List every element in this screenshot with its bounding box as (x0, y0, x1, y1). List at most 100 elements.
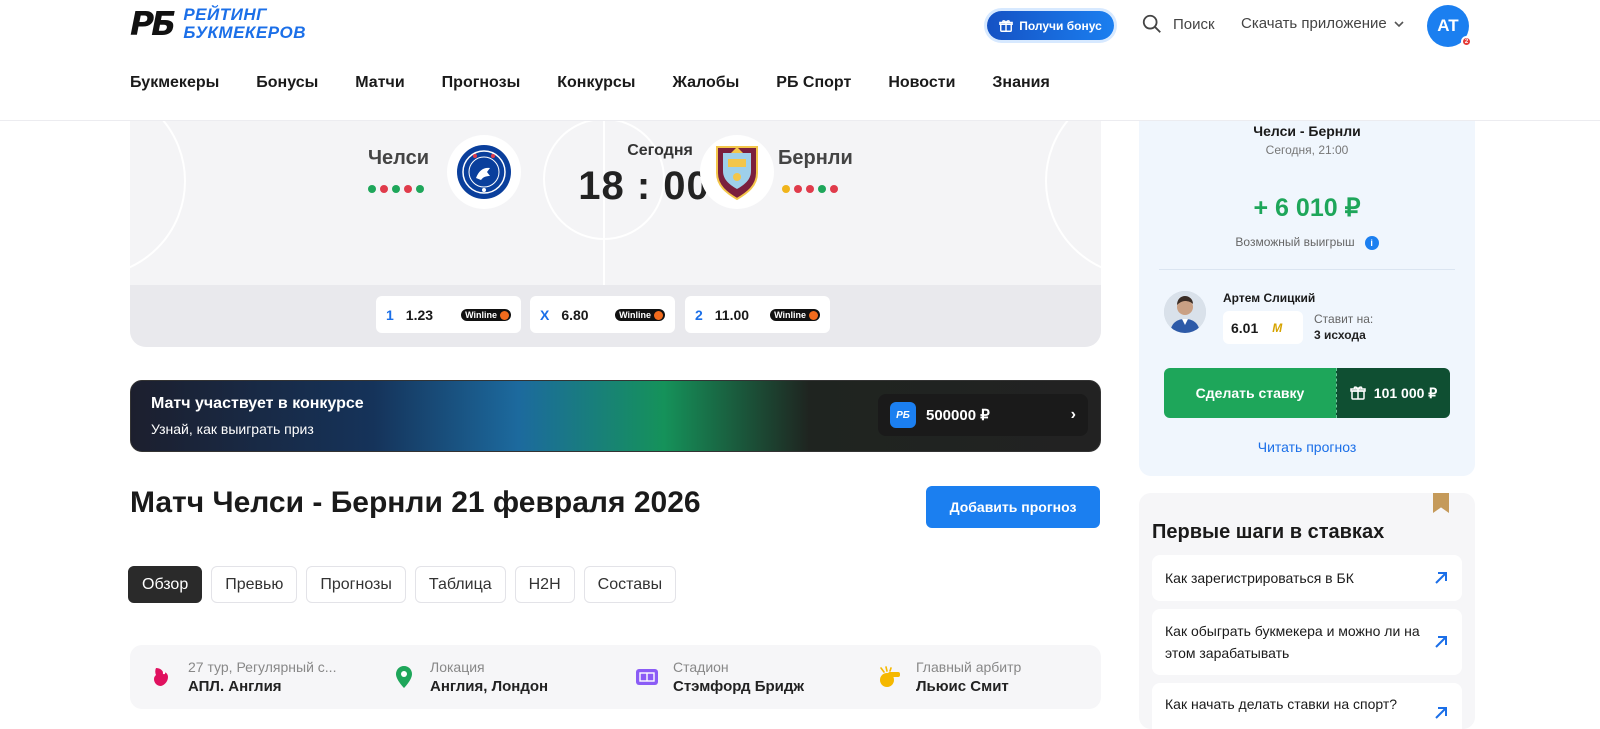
contest-title: Матч участвует в конкурсе (151, 395, 364, 412)
bookmaker-logo-icon: М (1272, 321, 1282, 335)
info-referee-value: Льюис Смит (916, 678, 1009, 695)
match-info-strip: 27 тур, Регулярный с... АПЛ. Англия Лока… (130, 645, 1101, 709)
nav-item-complaints[interactable]: Жалобы (672, 74, 739, 92)
gift-icon (999, 19, 1014, 32)
odd-label: 2 (695, 306, 703, 323)
get-bonus-button[interactable]: Получи бонус (987, 11, 1114, 40)
site-logo[interactable]: РБ РЕЙТИНГ БУКМЕКЕРОВ (130, 6, 306, 42)
download-app-label: Скачать приложение (1241, 15, 1387, 32)
whistle-icon (878, 665, 902, 689)
bookmark-icon[interactable] (1433, 493, 1449, 513)
burnley-crest-icon (716, 146, 758, 201)
odd-value: 6.80 (561, 306, 589, 323)
tab-preview[interactable]: Превью (211, 566, 298, 603)
info-tournament-label: 27 тур, Регулярный с... (188, 659, 337, 675)
step-link[interactable]: Как зарегистрироваться в БК (1152, 555, 1462, 601)
match-tabs: Обзор Превью Прогнозы Таблица H2H Состав… (128, 566, 677, 603)
premier-league-icon (150, 665, 174, 689)
logo-text: РЕЙТИНГ БУКМЕКЕРОВ (183, 6, 306, 42)
away-team-crest[interactable] (700, 135, 774, 209)
tab-h2h[interactable]: H2H (514, 566, 575, 603)
info-referee: Главный арбитр Льюис Смит (878, 659, 1021, 695)
home-team-name[interactable]: Челси (368, 147, 429, 170)
bet-bonus-button[interactable]: 101 000 ₽ (1336, 368, 1450, 418)
form-dot (380, 185, 388, 193)
info-stadium-value: Стэмфорд Бридж (673, 678, 805, 695)
make-bet-button[interactable]: Сделать ставку (1164, 368, 1336, 418)
form-dot (806, 185, 814, 193)
nav-item-news[interactable]: Новости (888, 74, 955, 92)
odd-away-win[interactable]: 2 11.00 Winline (685, 296, 830, 333)
contest-subtitle: Узнай, как выиграть приз (151, 421, 314, 437)
info-location-label: Локация (430, 659, 485, 675)
winline-logo: Winline (770, 308, 820, 321)
away-team-name[interactable]: Бернли (778, 147, 853, 170)
download-app-dropdown[interactable]: Скачать приложение (1241, 15, 1405, 32)
possible-win-amount: + 6 010 ₽ (1253, 194, 1361, 222)
first-steps-card: Первые шаги в ставках Как зарегистрирова… (1139, 493, 1475, 729)
user-avatar[interactable]: AT 2 (1427, 5, 1472, 47)
logo-mark: РБ (130, 4, 176, 43)
site-header: РБ РЕЙТИНГ БУКМЕКЕРОВ Получи бонус Поиск… (0, 0, 1600, 121)
odd-value: 11.00 (714, 306, 750, 323)
nav-item-forecasts[interactable]: Прогнозы (442, 74, 521, 92)
avatar-initials: AT (1437, 16, 1459, 35)
away-team-form (782, 185, 838, 193)
tab-overview[interactable]: Обзор (128, 566, 203, 603)
form-dot (416, 185, 424, 193)
search-button[interactable]: Поиск (1141, 13, 1215, 35)
search-label: Поиск (1173, 15, 1215, 33)
home-team-form (368, 185, 424, 193)
form-dot (794, 185, 802, 193)
step-link[interactable]: Как начать делать ставки на спорт? (1152, 683, 1462, 729)
form-dot (818, 185, 826, 193)
possible-win-text: Возможный выигрыш (1235, 235, 1355, 249)
bets-on-label: Ставит на: (1314, 312, 1374, 326)
tab-table[interactable]: Таблица (414, 566, 506, 603)
contest-prize-button[interactable]: РБ 500000 ₽ › (878, 394, 1088, 436)
info-location: Локация Англия, Лондон (392, 659, 548, 695)
expert-avatar[interactable] (1164, 291, 1206, 333)
odd-home-win[interactable]: 1 1.23 Winline (376, 296, 521, 333)
first-steps-title: Первые шаги в ставках (1152, 521, 1385, 543)
bet-card-date: Сегодня, 21:00 (1265, 143, 1349, 157)
nav-item-bonuses[interactable]: Бонусы (256, 74, 318, 92)
logo-line-2: БУКМЕКЕРОВ (183, 23, 307, 42)
odd-label: 1 (386, 306, 394, 323)
info-icon[interactable]: i (1364, 235, 1379, 250)
step-link-text: Как начать делать ставки на спорт? (1165, 696, 1398, 712)
arrow-up-right-icon (1435, 636, 1447, 648)
arrow-up-right-icon (1435, 572, 1447, 584)
form-dot (392, 185, 400, 193)
chelsea-crest-icon (457, 145, 511, 199)
main-nav: Букмекеры Бонусы Матчи Прогнозы Конкурсы… (130, 74, 1087, 92)
nav-item-matches[interactable]: Матчи (355, 74, 404, 92)
location-pin-icon (392, 665, 416, 689)
expert-odd-value: 6.01 (1231, 319, 1259, 336)
step-link-text: Как обыграть букмекера и можно ли на это… (1165, 623, 1420, 661)
gift-icon (1350, 386, 1366, 400)
match-hero: Челси Сегодня 18 : 00 Бернли 1 1.23 Winl… (130, 121, 1101, 347)
step-link[interactable]: Как обыграть букмекера и можно ли на это… (1152, 609, 1462, 675)
tab-lineups[interactable]: Составы (583, 566, 677, 603)
info-tournament[interactable]: 27 тур, Регулярный с... АПЛ. Англия (150, 659, 336, 695)
home-team-crest[interactable] (447, 135, 521, 209)
page-title: Матч Челси - Бернли 21 февраля 2026 (130, 486, 701, 519)
nav-item-bookmakers[interactable]: Букмекеры (130, 74, 219, 92)
expert-name[interactable]: Артем Слицкий (1223, 291, 1315, 305)
bet-bonus-amount: 101 000 ₽ (1373, 384, 1438, 401)
odd-label: X (540, 306, 550, 323)
nav-item-knowledge[interactable]: Знания (992, 74, 1049, 92)
read-forecast-link[interactable]: Читать прогноз (1139, 439, 1475, 455)
contest-banner[interactable]: Матч участвует в конкурсе Узнай, как выи… (130, 380, 1101, 452)
nav-item-contests[interactable]: Конкурсы (557, 74, 635, 92)
arrow-up-right-icon (1435, 707, 1447, 719)
nav-item-rb-sport[interactable]: РБ Спорт (776, 74, 851, 92)
odd-value: 1.23 (405, 306, 434, 323)
add-forecast-button[interactable]: Добавить прогноз (926, 486, 1100, 528)
odd-draw[interactable]: X 6.80 Winline (530, 296, 675, 333)
rb-badge-icon: РБ (890, 402, 916, 428)
chevron-down-icon (1394, 20, 1404, 27)
tab-forecasts[interactable]: Прогнозы (306, 566, 406, 603)
info-tournament-value: АПЛ. Англия (188, 678, 282, 695)
